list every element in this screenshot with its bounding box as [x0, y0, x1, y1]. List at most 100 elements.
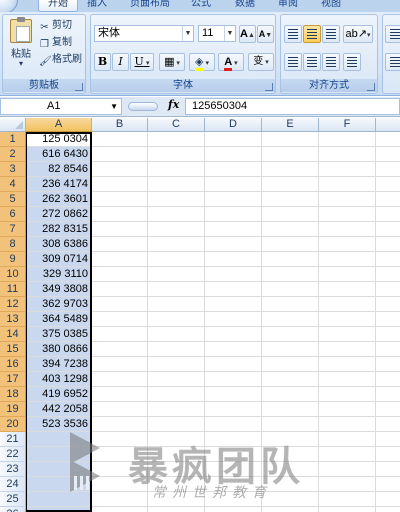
column-header-d[interactable]: D: [205, 118, 262, 132]
row-header[interactable]: 5: [0, 192, 26, 207]
row-header[interactable]: 2: [0, 147, 26, 162]
orientation-button[interactable]: ab↗▾: [343, 25, 373, 43]
bold-button[interactable]: B: [94, 53, 111, 71]
row-header[interactable]: 15: [0, 342, 26, 357]
column-header-b[interactable]: B: [92, 118, 148, 132]
font-color-button[interactable]: A ▾: [218, 53, 244, 71]
column-header-g[interactable]: [376, 118, 400, 132]
ribbon-tab-bar: 开始 插入 页面布局 公式 数据 审阅 视图: [0, 0, 400, 14]
formula-input[interactable]: 125650304: [185, 98, 400, 115]
wrap-group: [382, 14, 400, 94]
cut-button[interactable]: ✂ 剪切: [39, 19, 72, 33]
formula-tools: fx: [126, 98, 184, 115]
row-header[interactable]: 23: [0, 462, 26, 477]
row-header[interactable]: 8: [0, 237, 26, 252]
column-header-e[interactable]: E: [262, 118, 319, 132]
row-header[interactable]: 21: [0, 432, 26, 447]
copy-icon: ❐: [40, 39, 49, 50]
column-gridline: [147, 132, 148, 512]
align-middle-icon: [307, 29, 317, 40]
shrink-font-button[interactable]: A▼: [257, 25, 274, 43]
row-header[interactable]: 18: [0, 387, 26, 402]
orientation-icon: ab↗: [345, 28, 367, 40]
decrease-indent-button[interactable]: [343, 53, 361, 71]
row-header[interactable]: 4: [0, 177, 26, 192]
column-header-f[interactable]: F: [319, 118, 376, 132]
row-header[interactable]: 1: [0, 132, 26, 147]
align-top-icon: [288, 29, 298, 40]
align-right-button[interactable]: [322, 53, 340, 71]
chevron-down-icon: ▾: [18, 59, 23, 68]
tab-insert[interactable]: 插入: [84, 0, 110, 12]
formula-bar: A1 ▼ fx 125650304: [0, 97, 400, 117]
row-header[interactable]: 6: [0, 207, 26, 222]
font-group-label: 字体: [91, 79, 275, 92]
border-grid-icon: ▦: [164, 56, 175, 68]
row-header[interactable]: 3: [0, 162, 26, 177]
tab-view[interactable]: 视图: [318, 0, 344, 12]
insert-function-icon[interactable]: fx: [168, 98, 179, 111]
row-header[interactable]: 19: [0, 402, 26, 417]
align-left-icon: [288, 57, 298, 68]
underline-button[interactable]: U ▾: [130, 53, 154, 71]
align-bottom-icon: [326, 29, 336, 40]
select-all-corner[interactable]: [0, 118, 26, 132]
worksheet-grid: A B C D E F 1 2 3 4 5 6 7 8 9 10 11 12 13 14 15 16 17 18 1…: [0, 118, 400, 512]
merge-button[interactable]: [385, 53, 400, 71]
tab-formulas[interactable]: 公式: [188, 0, 214, 12]
row-header[interactable]: 11: [0, 282, 26, 297]
tab-page-layout[interactable]: 页面布局: [125, 0, 175, 12]
font-dialog-launcher[interactable]: .: [265, 83, 273, 91]
font-name-combo[interactable]: 宋体 ▼: [94, 25, 194, 42]
chevron-down-icon[interactable]: ▼: [224, 26, 235, 41]
column-header-c[interactable]: C: [148, 118, 205, 132]
font-size-combo[interactable]: 11 ▼: [198, 25, 236, 42]
paint-bucket-icon: ◈: [195, 56, 204, 71]
name-box[interactable]: A1 ▼: [0, 98, 122, 115]
row-header[interactable]: 12: [0, 297, 26, 312]
wrap-icon: [390, 29, 400, 40]
row-header[interactable]: 26: [0, 507, 26, 512]
column-header-a[interactable]: A: [26, 118, 92, 132]
tab-data[interactable]: 数据: [232, 0, 258, 12]
clipboard-group-label: 剪贴板: [3, 79, 85, 92]
align-middle-button[interactable]: [303, 25, 321, 43]
row-header[interactable]: 14: [0, 327, 26, 342]
row-header[interactable]: 9: [0, 252, 26, 267]
paste-button[interactable]: 粘贴 ▾: [7, 17, 35, 71]
tab-review[interactable]: 审阅: [275, 0, 301, 12]
row-header[interactable]: 17: [0, 372, 26, 387]
phonetic-button[interactable]: 变 ▾: [248, 53, 274, 71]
row-header[interactable]: 10: [0, 267, 26, 282]
borders-button[interactable]: ▦ ▾: [159, 53, 185, 71]
row-header[interactable]: 20: [0, 417, 26, 432]
clipboard-dialog-launcher[interactable]: .: [75, 83, 83, 91]
align-bottom-button[interactable]: [322, 25, 340, 43]
row-header[interactable]: 22: [0, 447, 26, 462]
italic-button[interactable]: I: [112, 53, 129, 71]
formula-bar-grip[interactable]: [128, 102, 158, 111]
row-header[interactable]: 25: [0, 492, 26, 507]
align-center-button[interactable]: [303, 53, 321, 71]
copy-button[interactable]: ❐ 复制: [39, 36, 72, 50]
alignment-group: ab↗▾ 对齐方式 .: [280, 14, 378, 94]
row-header[interactable]: 7: [0, 222, 26, 237]
alignment-dialog-launcher[interactable]: .: [367, 83, 375, 91]
format-painter-button[interactable]: 🖌格式刷: [39, 53, 82, 67]
row-header[interactable]: 13: [0, 312, 26, 327]
selection-border: [26, 132, 92, 512]
tab-home[interactable]: 开始: [38, 0, 78, 12]
row-header[interactable]: 16: [0, 357, 26, 372]
brush-icon: 🖌: [39, 56, 52, 67]
chevron-down-icon[interactable]: ▼: [182, 26, 193, 41]
fill-color-button[interactable]: ◈ ▾: [189, 53, 215, 71]
chevron-down-icon[interactable]: ▼: [110, 99, 118, 114]
grow-font-button[interactable]: A▲: [239, 25, 256, 43]
wrap-text-button[interactable]: [385, 25, 400, 43]
align-left-button[interactable]: [284, 53, 302, 71]
paste-icon: [10, 17, 32, 43]
column-gridline: [204, 132, 205, 512]
row-header[interactable]: 24: [0, 477, 26, 492]
align-top-button[interactable]: [284, 25, 302, 43]
scissors-icon: ✂: [40, 22, 49, 33]
